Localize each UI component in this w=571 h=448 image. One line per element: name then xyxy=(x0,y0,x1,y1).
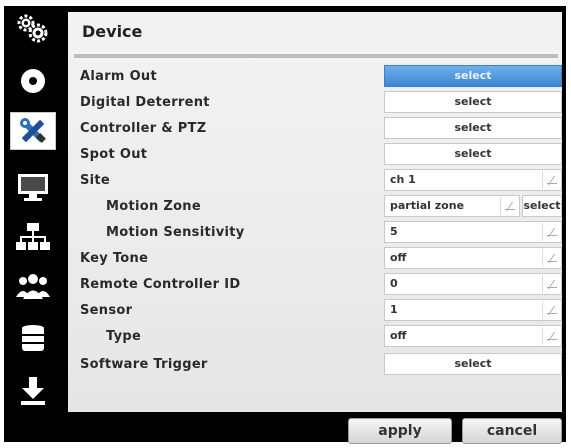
device-settings-panel: Device Alarm Out select Digital Deterren… xyxy=(68,12,562,412)
page-title: Device xyxy=(82,22,143,41)
sidebar-item-users[interactable] xyxy=(10,268,56,306)
dvr-setup-window: Device Alarm Out select Digital Deterren… xyxy=(4,6,566,444)
row-alarm-out: Alarm Out select xyxy=(68,64,562,90)
sidebar-item-record[interactable] xyxy=(10,62,56,100)
database-icon xyxy=(22,325,44,351)
cancel-button[interactable]: cancel xyxy=(462,418,562,444)
site-dropdown[interactable]: ch 1 xyxy=(384,169,562,191)
remote-controller-id-dropdown[interactable]: 0 xyxy=(384,273,562,295)
software-trigger-select-button[interactable]: select xyxy=(384,353,562,375)
title-divider xyxy=(74,54,558,58)
sidebar-item-network[interactable] xyxy=(10,218,56,256)
spot-out-select-button[interactable]: select xyxy=(384,143,562,165)
disc-icon xyxy=(21,69,45,93)
controller-ptz-label: Controller & PTZ xyxy=(80,121,207,136)
users-icon xyxy=(16,274,50,299)
motion-zone-value: partial zone xyxy=(390,199,465,212)
motion-zone-select-button[interactable]: select xyxy=(522,195,562,217)
network-icon xyxy=(16,223,50,250)
motion-sensitivity-value: 5 xyxy=(390,225,398,238)
tools-icon xyxy=(20,118,46,143)
apply-button[interactable]: apply xyxy=(348,418,452,444)
row-sensor: Sensor 1 xyxy=(68,298,562,324)
remote-controller-id-value: 0 xyxy=(390,277,398,290)
sidebar-item-storage[interactable] xyxy=(10,320,56,358)
key-tone-value: off xyxy=(390,251,407,264)
sidebar-item-system[interactable] xyxy=(10,10,56,48)
row-motion-sensitivity: Motion Sensitivity 5 xyxy=(68,220,562,246)
row-software-trigger: Software Trigger select xyxy=(68,352,562,378)
row-type: Type off xyxy=(68,324,562,350)
alarm-out-label: Alarm Out xyxy=(80,69,157,84)
remote-controller-id-label: Remote Controller ID xyxy=(80,277,241,292)
sidebar-item-device[interactable] xyxy=(10,112,56,150)
row-site: Site ch 1 xyxy=(68,168,562,194)
download-icon xyxy=(21,377,45,405)
row-motion-zone: Motion Zone partial zone select xyxy=(68,194,562,220)
sensor-label: Sensor xyxy=(80,303,133,318)
dropdown-arrow-icon xyxy=(542,275,559,293)
site-label: Site xyxy=(80,173,111,188)
digital-deterrent-select-button[interactable]: select xyxy=(384,91,562,113)
dropdown-arrow-icon xyxy=(500,197,517,215)
motion-sensitivity-dropdown[interactable]: 5 xyxy=(384,221,562,243)
sidebar-item-export[interactable] xyxy=(10,372,56,410)
dropdown-arrow-icon xyxy=(542,223,559,241)
spot-out-label: Spot Out xyxy=(80,147,148,162)
sidebar-item-display[interactable] xyxy=(10,168,56,206)
sensor-value: 1 xyxy=(390,303,398,316)
software-trigger-label: Software Trigger xyxy=(80,357,208,372)
type-value: off xyxy=(390,329,407,342)
row-spot-out: Spot Out select xyxy=(68,142,562,168)
motion-zone-dropdown[interactable]: partial zone xyxy=(384,195,520,217)
motion-zone-label: Motion Zone xyxy=(106,199,201,214)
row-controller-ptz: Controller & PTZ select xyxy=(68,116,562,142)
controller-ptz-select-button[interactable]: select xyxy=(384,117,562,139)
sidebar xyxy=(4,6,68,442)
dropdown-arrow-icon xyxy=(542,301,559,319)
dropdown-arrow-icon xyxy=(542,249,559,267)
key-tone-dropdown[interactable]: off xyxy=(384,247,562,269)
row-digital-deterrent: Digital Deterrent select xyxy=(68,90,562,116)
row-key-tone: Key Tone off xyxy=(68,246,562,272)
sensor-dropdown[interactable]: 1 xyxy=(384,299,562,321)
site-value: ch 1 xyxy=(390,173,416,186)
type-dropdown[interactable]: off xyxy=(384,325,562,347)
row-remote-controller-id: Remote Controller ID 0 xyxy=(68,272,562,298)
motion-sensitivity-label: Motion Sensitivity xyxy=(106,225,245,240)
monitor-icon xyxy=(18,174,48,201)
dropdown-arrow-icon xyxy=(542,327,559,345)
alarm-out-select-button[interactable]: select xyxy=(384,65,562,87)
dropdown-arrow-icon xyxy=(542,171,559,189)
key-tone-label: Key Tone xyxy=(80,251,149,266)
gears-icon xyxy=(17,14,48,43)
type-label: Type xyxy=(106,329,142,344)
digital-deterrent-label: Digital Deterrent xyxy=(80,95,210,110)
